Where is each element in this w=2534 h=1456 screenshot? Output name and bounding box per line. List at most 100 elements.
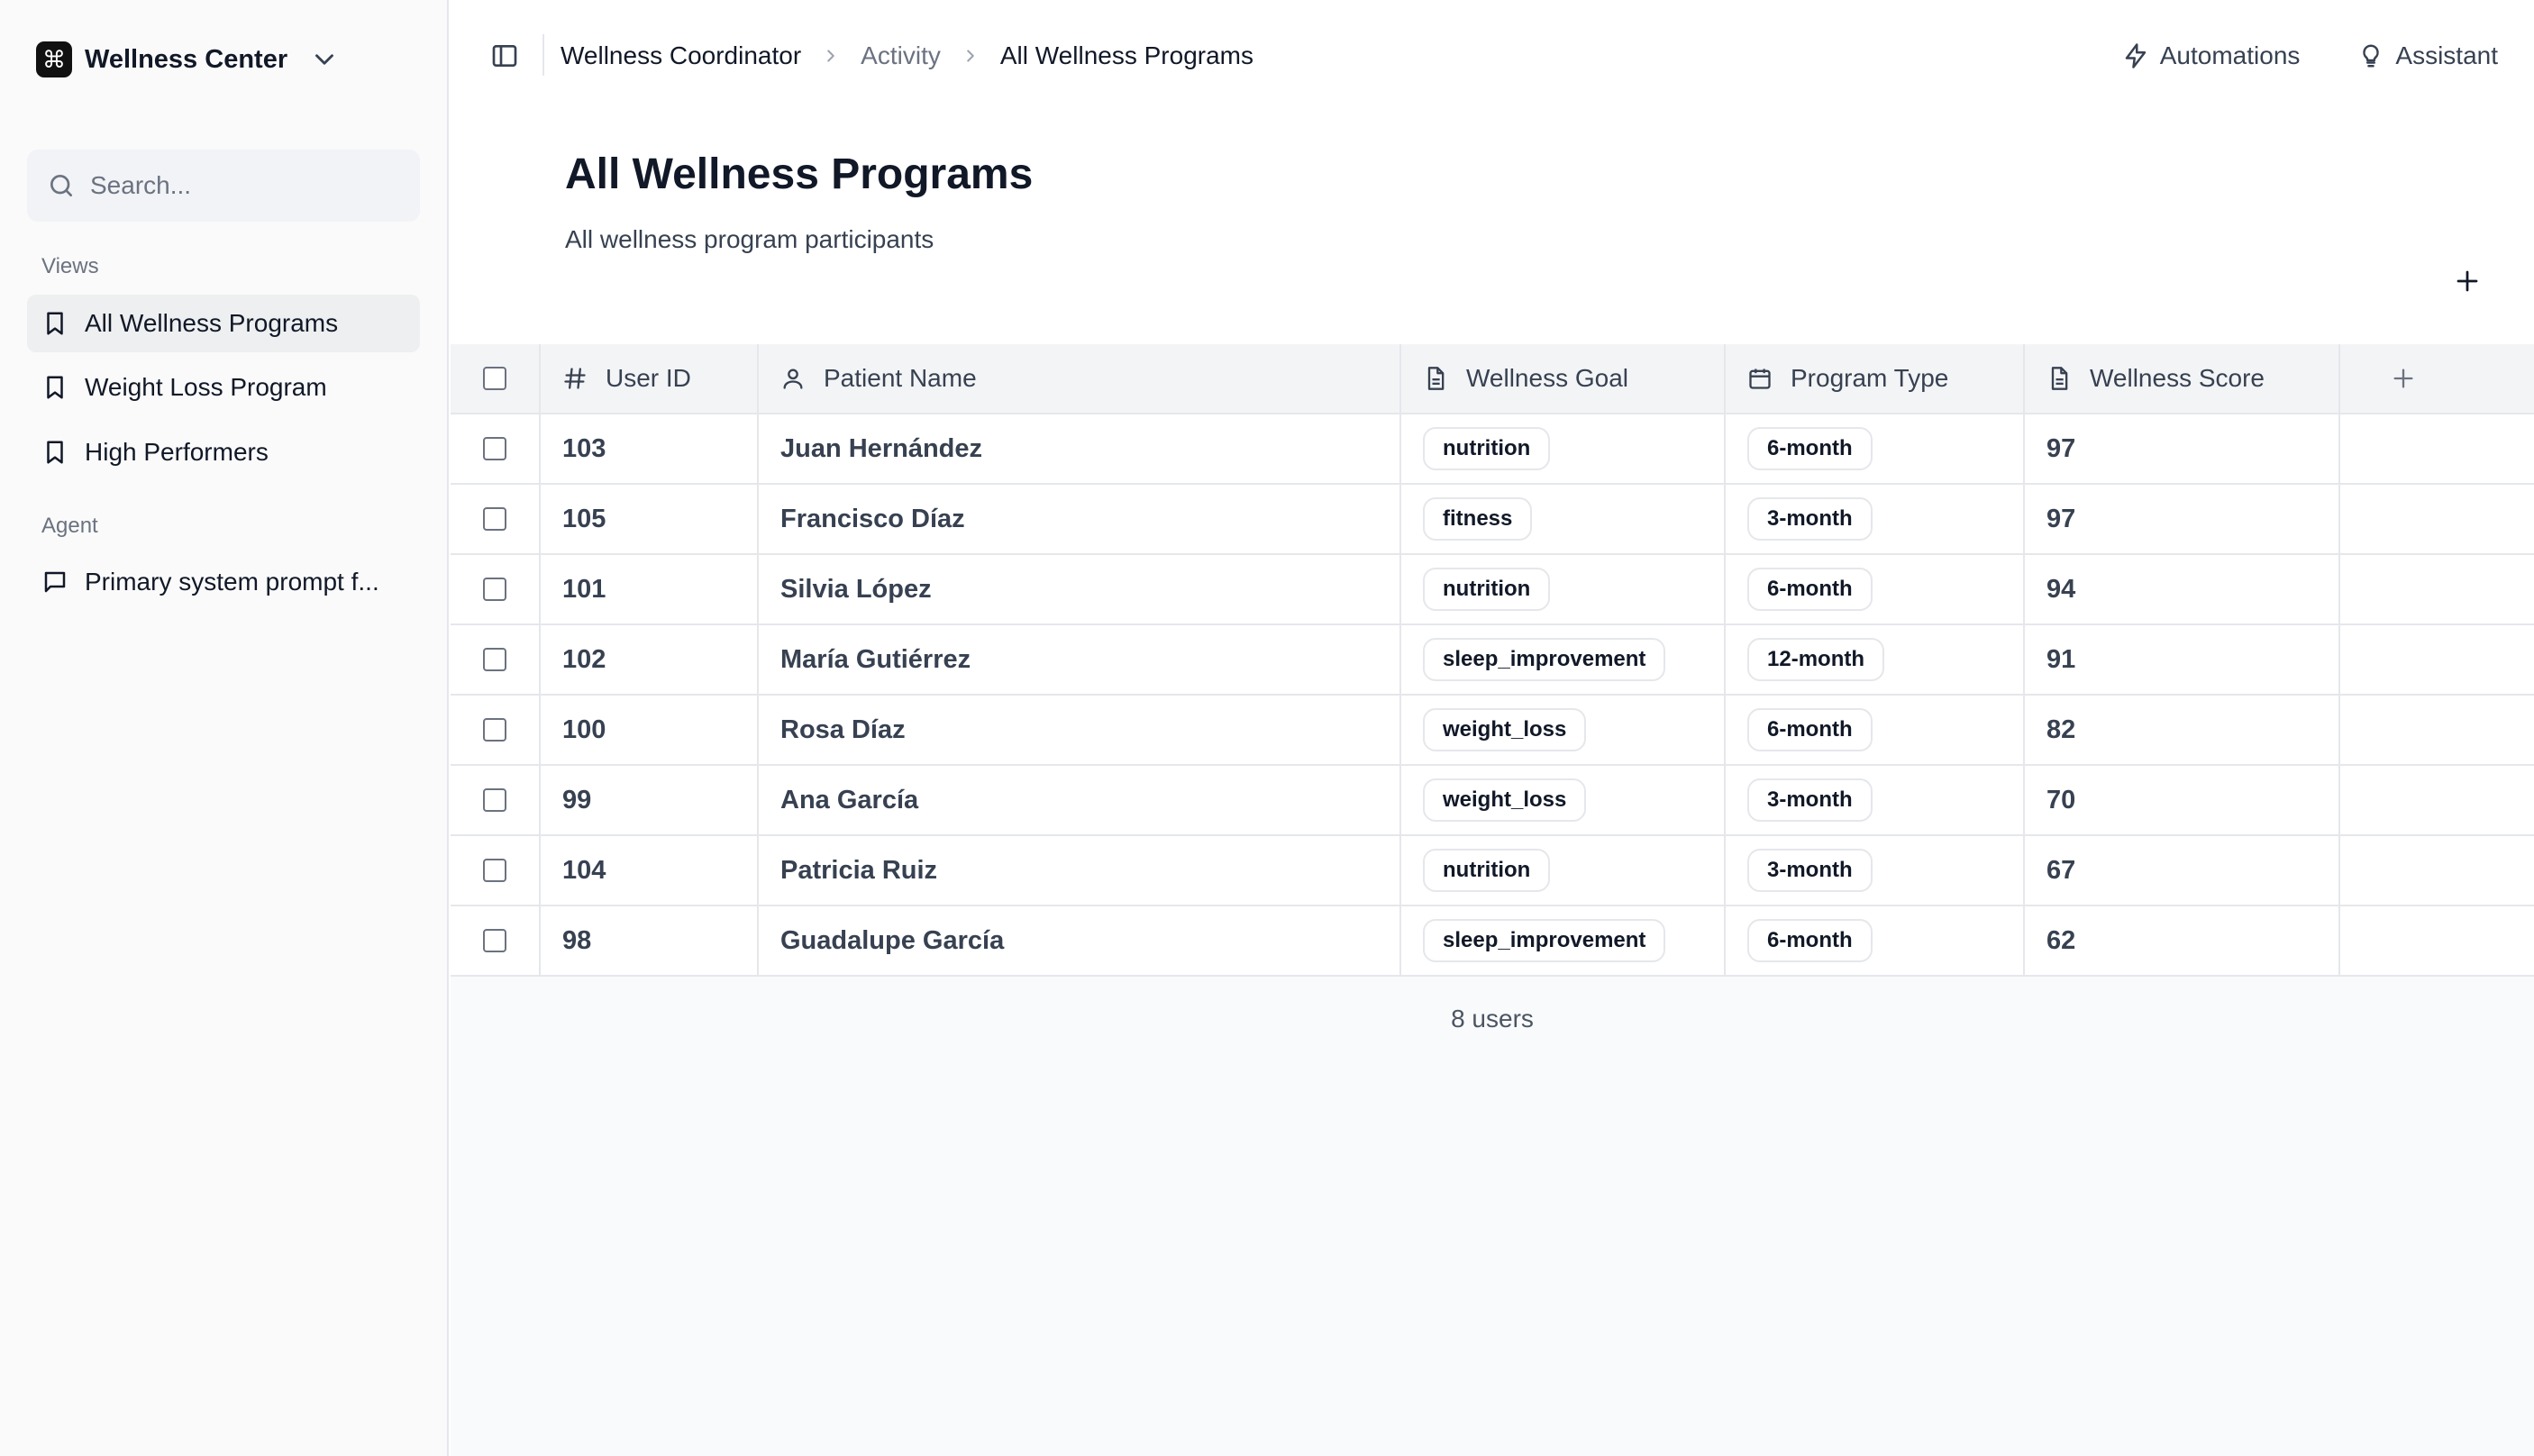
cell-user-id[interactable]: 98	[541, 906, 759, 975]
sidebar-item-agent-prompt[interactable]: Primary system prompt f...	[27, 553, 420, 611]
sidebar: ⌘ Wellness Center Views All Wellness Pro…	[0, 0, 449, 1456]
search-input[interactable]	[90, 171, 397, 200]
add-icon[interactable]	[2449, 263, 2485, 299]
cell-wellness-goal[interactable]: fitness	[1401, 485, 1726, 553]
cell-wellness-score[interactable]: 97	[2025, 485, 2340, 553]
column-header-wellness-score[interactable]: Wellness Score	[2025, 344, 2340, 413]
table-row[interactable]: 100 Rosa Díaz weight_loss 6-month 82	[451, 696, 2534, 766]
breadcrumb-item-coordinator[interactable]: Wellness Coordinator	[561, 41, 801, 70]
cell-wellness-score[interactable]: 97	[2025, 414, 2340, 483]
cell-wellness-score[interactable]: 91	[2025, 625, 2340, 694]
program-type-tag: 6-month	[1747, 427, 1873, 470]
wellness-score-value: 70	[2046, 785, 2076, 814]
table-row[interactable]: 103 Juan Hernández nutrition 6-month 97	[451, 414, 2534, 485]
cell-patient-name[interactable]: Silvia López	[759, 555, 1401, 623]
column-header-user-id[interactable]: User ID	[541, 344, 759, 413]
cell-program-type[interactable]: 3-month	[1726, 485, 2025, 553]
cell-patient-name[interactable]: Ana García	[759, 766, 1401, 834]
cell-user-id[interactable]: 102	[541, 625, 759, 694]
wellness-score-value: 97	[2046, 504, 2076, 533]
cell-program-type[interactable]: 6-month	[1726, 555, 2025, 623]
cell-program-type[interactable]: 6-month	[1726, 906, 2025, 975]
table-row[interactable]: 99 Ana García weight_loss 3-month 70	[451, 766, 2534, 836]
cell-program-type[interactable]: 6-month	[1726, 696, 2025, 764]
row-checkbox[interactable]	[483, 507, 506, 531]
table-row[interactable]: 105 Francisco Díaz fitness 3-month 97	[451, 485, 2534, 555]
row-checkbox-cell	[451, 906, 541, 975]
bookmark-icon	[41, 439, 68, 466]
cell-empty	[2340, 625, 2534, 694]
cell-program-type[interactable]: 3-month	[1726, 836, 2025, 905]
patient-name-value: Patricia Ruiz	[780, 855, 938, 885]
cell-program-type[interactable]: 3-month	[1726, 766, 2025, 834]
table-row[interactable]: 101 Silvia López nutrition 6-month 94	[451, 555, 2534, 625]
cell-patient-name[interactable]: Guadalupe García	[759, 906, 1401, 975]
assistant-label: Assistant	[2395, 41, 2498, 69]
calendar-icon	[1747, 366, 1773, 391]
row-checkbox[interactable]	[483, 859, 506, 882]
cell-wellness-score[interactable]: 62	[2025, 906, 2340, 975]
table-row[interactable]: 98 Guadalupe García sleep_improvement 6-…	[451, 906, 2534, 977]
automations-button[interactable]: Automations	[2122, 41, 2300, 70]
cell-wellness-goal[interactable]: nutrition	[1401, 555, 1726, 623]
cell-patient-name[interactable]: María Gutiérrez	[759, 625, 1401, 694]
column-label: Wellness Score	[2090, 364, 2265, 392]
cell-program-type[interactable]: 12-month	[1726, 625, 2025, 694]
cell-wellness-goal[interactable]: nutrition	[1401, 836, 1726, 905]
row-checkbox[interactable]	[483, 437, 506, 460]
cell-patient-name[interactable]: Patricia Ruiz	[759, 836, 1401, 905]
sidebar-toggle-icon[interactable]	[488, 40, 521, 72]
wellness-score-value: 67	[2046, 855, 2076, 885]
wellness-score-value: 62	[2046, 925, 2076, 955]
cell-wellness-goal[interactable]: weight_loss	[1401, 696, 1726, 764]
patient-name-value: Francisco Díaz	[780, 504, 965, 533]
row-checkbox[interactable]	[483, 718, 506, 742]
column-header-program-type[interactable]: Program Type	[1726, 344, 2025, 413]
table-row[interactable]: 104 Patricia Ruiz nutrition 3-month 67	[451, 836, 2534, 906]
cell-program-type[interactable]: 6-month	[1726, 414, 2025, 483]
cell-wellness-goal[interactable]: nutrition	[1401, 414, 1726, 483]
row-checkbox-cell	[451, 766, 541, 834]
add-column-button[interactable]	[2340, 344, 2534, 413]
cell-wellness-score[interactable]: 94	[2025, 555, 2340, 623]
select-all-checkbox[interactable]	[483, 367, 506, 390]
cell-wellness-score[interactable]: 67	[2025, 836, 2340, 905]
table-row[interactable]: 102 María Gutiérrez sleep_improvement 12…	[451, 625, 2534, 696]
sidebar-item-all-wellness-programs[interactable]: All Wellness Programs	[27, 295, 420, 352]
search-icon	[47, 171, 76, 200]
column-header-patient-name[interactable]: Patient Name	[759, 344, 1401, 413]
column-header-wellness-goal[interactable]: Wellness Goal	[1401, 344, 1726, 413]
cell-patient-name[interactable]: Francisco Díaz	[759, 485, 1401, 553]
wellness-score-value: 82	[2046, 714, 2076, 744]
cell-wellness-goal[interactable]: weight_loss	[1401, 766, 1726, 834]
cell-user-id[interactable]: 100	[541, 696, 759, 764]
sidebar-item-weight-loss-program[interactable]: Weight Loss Program	[27, 359, 420, 416]
cell-wellness-goal[interactable]: sleep_improvement	[1401, 906, 1726, 975]
sidebar-search[interactable]	[27, 150, 420, 222]
assistant-button[interactable]: Assistant	[2357, 41, 2498, 70]
user-id-value: 98	[562, 925, 592, 955]
row-checkbox[interactable]	[483, 929, 506, 952]
row-checkbox[interactable]	[483, 788, 506, 812]
cell-user-id[interactable]: 101	[541, 555, 759, 623]
breadcrumb-item-activity[interactable]: Activity	[861, 41, 941, 70]
cell-patient-name[interactable]: Rosa Díaz	[759, 696, 1401, 764]
cell-user-id[interactable]: 103	[541, 414, 759, 483]
row-checkbox[interactable]	[483, 648, 506, 671]
table-footer-area: 8 users	[451, 976, 2534, 1456]
cell-user-id[interactable]: 99	[541, 766, 759, 834]
sidebar-item-label: Primary system prompt f...	[85, 568, 379, 596]
program-type-tag: 3-month	[1747, 849, 1873, 892]
cell-wellness-score[interactable]: 70	[2025, 766, 2340, 834]
workspace-switcher[interactable]: ⌘ Wellness Center	[36, 40, 340, 79]
cell-wellness-score[interactable]: 82	[2025, 696, 2340, 764]
agent-section-label: Agent	[41, 514, 98, 538]
sidebar-item-high-performers[interactable]: High Performers	[27, 423, 420, 481]
wellness-goal-tag: weight_loss	[1423, 778, 1587, 822]
cell-wellness-goal[interactable]: sleep_improvement	[1401, 625, 1726, 694]
cell-user-id[interactable]: 104	[541, 836, 759, 905]
cell-patient-name[interactable]: Juan Hernández	[759, 414, 1401, 483]
wellness-goal-tag: nutrition	[1423, 568, 1551, 611]
row-checkbox[interactable]	[483, 578, 506, 601]
cell-user-id[interactable]: 105	[541, 485, 759, 553]
